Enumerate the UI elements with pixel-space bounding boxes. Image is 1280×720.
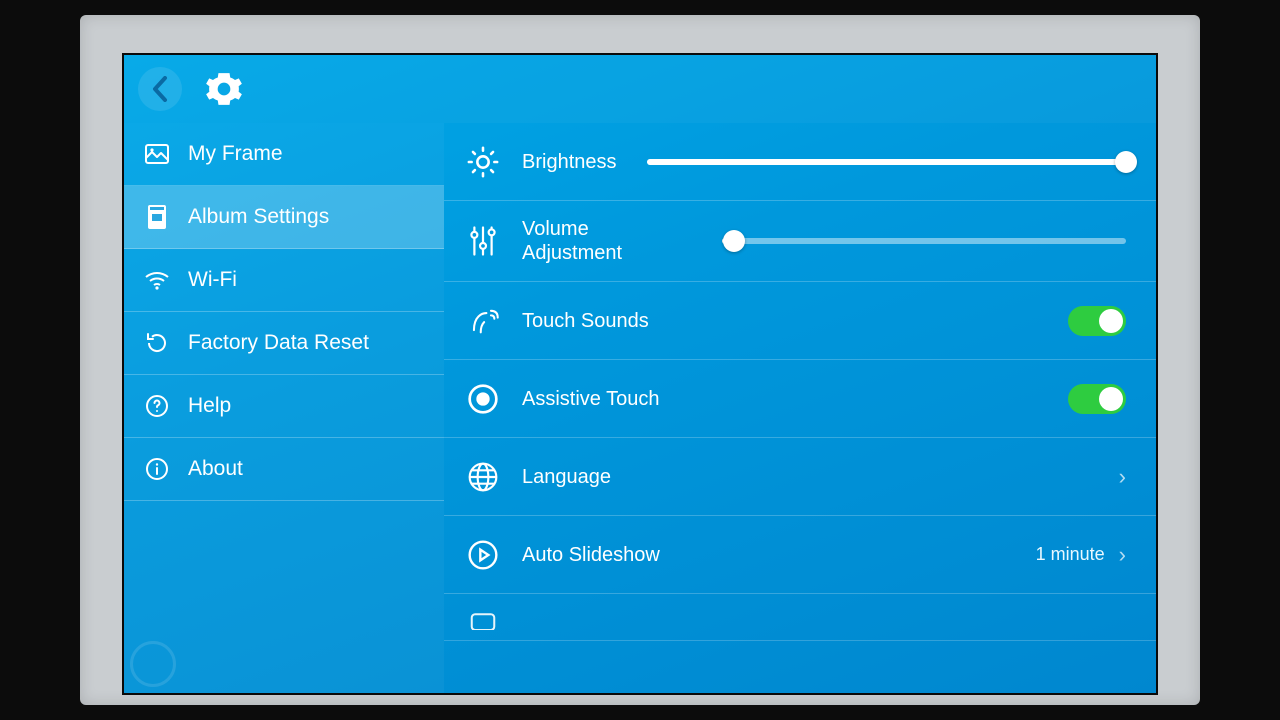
sidebar-item-label: Help — [188, 394, 231, 418]
back-button[interactable] — [138, 67, 182, 111]
reset-icon — [144, 330, 170, 356]
settings-title-icon — [204, 69, 244, 109]
setting-label: Volume Adjustment — [522, 217, 692, 265]
setting-row-assistive-touch[interactable]: Assistive Touch — [444, 360, 1156, 438]
chevron-right-icon: › — [1119, 542, 1126, 568]
screen: My Frame Album Settings Wi-Fi — [122, 53, 1158, 695]
sliders-icon — [464, 222, 502, 260]
sidebar-item-about[interactable]: About — [124, 438, 444, 501]
chevron-right-icon: › — [1119, 464, 1126, 490]
assistive-touch-icon — [464, 380, 502, 418]
setting-row-touch-sounds[interactable]: Touch Sounds — [444, 282, 1156, 360]
setting-label: Brightness — [522, 150, 617, 174]
brightness-slider[interactable] — [647, 159, 1127, 165]
help-icon — [144, 393, 170, 419]
chevron-left-icon — [151, 76, 169, 102]
globe-icon — [464, 458, 502, 496]
touch-sound-icon — [464, 302, 502, 340]
unknown-icon — [464, 602, 502, 640]
sidebar-item-label: My Frame — [188, 142, 283, 166]
info-icon — [144, 456, 170, 482]
picture-icon — [144, 141, 170, 167]
sidebar-item-label: About — [188, 457, 243, 481]
setting-label: Touch Sounds — [522, 309, 649, 333]
settings-panel: Brightness Volume Adjustment — [444, 123, 1156, 693]
setting-row-brightness: Brightness — [444, 123, 1156, 201]
album-icon — [144, 204, 170, 230]
sidebar-item-label: Album Settings — [188, 205, 329, 229]
assistive-touch-toggle[interactable] — [1068, 384, 1126, 414]
play-icon — [464, 536, 502, 574]
setting-row-language[interactable]: Language › — [444, 438, 1156, 516]
setting-row-auto-slideshow[interactable]: Auto Slideshow 1 minute › — [444, 516, 1156, 594]
setting-row-partial[interactable] — [444, 594, 1156, 641]
setting-label: Assistive Touch — [522, 387, 659, 411]
sidebar-item-my-frame[interactable]: My Frame — [124, 123, 444, 186]
device-bezel: My Frame Album Settings Wi-Fi — [80, 15, 1200, 705]
volume-slider[interactable] — [722, 238, 1126, 244]
sidebar-item-album-settings[interactable]: Album Settings — [124, 186, 444, 249]
assistive-touch-overlay-icon[interactable] — [130, 641, 176, 687]
header-bar — [124, 55, 1156, 123]
brightness-icon — [464, 143, 502, 181]
setting-label: Language — [522, 465, 611, 489]
sidebar-item-factory-reset[interactable]: Factory Data Reset — [124, 312, 444, 375]
wifi-icon — [144, 267, 170, 293]
sidebar-item-label: Factory Data Reset — [188, 331, 369, 355]
body: My Frame Album Settings Wi-Fi — [124, 123, 1156, 693]
setting-label: Auto Slideshow — [522, 543, 660, 567]
sidebar-item-help[interactable]: Help — [124, 375, 444, 438]
setting-row-volume: Volume Adjustment — [444, 201, 1156, 282]
sidebar-item-wifi[interactable]: Wi-Fi — [124, 249, 444, 312]
sidebar: My Frame Album Settings Wi-Fi — [124, 123, 444, 693]
auto-slideshow-value: 1 minute — [1036, 544, 1105, 565]
touch-sounds-toggle[interactable] — [1068, 306, 1126, 336]
sidebar-item-label: Wi-Fi — [188, 268, 237, 292]
gear-icon — [205, 70, 243, 108]
